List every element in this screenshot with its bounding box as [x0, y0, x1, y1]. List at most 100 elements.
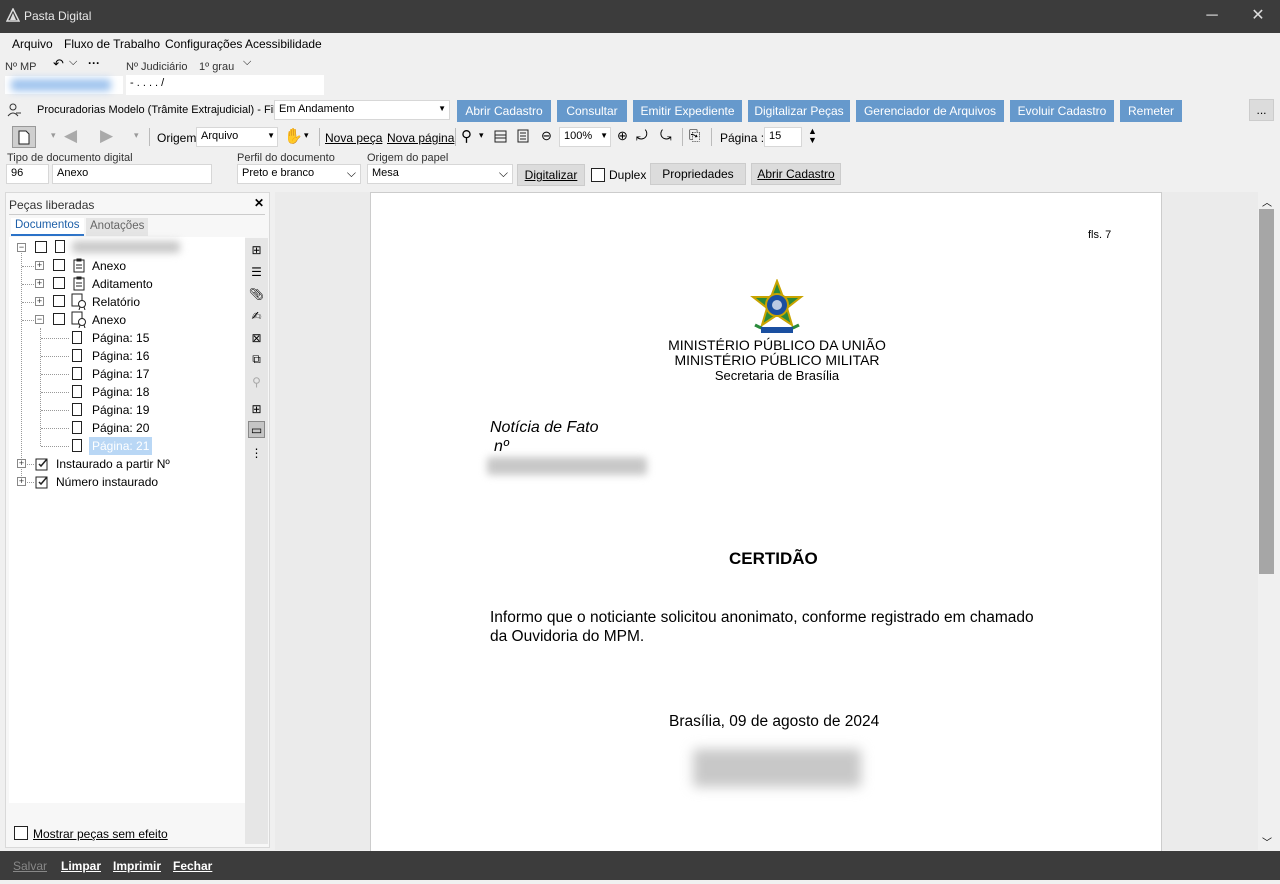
- annotation-icon[interactable]: ▭: [248, 421, 265, 438]
- page-mode-button[interactable]: [12, 126, 36, 148]
- item-checkbox[interactable]: [53, 259, 65, 271]
- judicial-number-field[interactable]: - . . . . /: [126, 75, 324, 95]
- zoom-out-icon[interactable]: ⊖: [541, 128, 552, 144]
- list-view-icon[interactable]: ☰: [248, 263, 265, 280]
- salvar-button[interactable]: Salvar: [13, 859, 47, 873]
- abrir-cadastro-doc-button[interactable]: Abrir Cadastro: [751, 163, 841, 185]
- minimize-button[interactable]: ─: [1197, 6, 1227, 26]
- tree-page-20[interactable]: Página: 20: [92, 419, 149, 437]
- evoluir-cadastro-button[interactable]: Evoluir Cadastro: [1010, 100, 1114, 122]
- propriedades-button[interactable]: Propriedades: [650, 163, 746, 185]
- page-spinner-icon[interactable]: ▲ ▼: [808, 127, 817, 145]
- remeter-button[interactable]: Remeter: [1120, 100, 1182, 122]
- side-toolbar: ⊞ ☰ 📎︎ ✍︎ ⊠ ⧉ ⚲ ⊞ ▭ ⋮: [245, 238, 268, 844]
- collapse-icon[interactable]: −: [17, 243, 26, 252]
- pagina-input[interactable]: 15: [764, 127, 802, 147]
- scroll-up-icon[interactable]: ︿: [1262, 194, 1272, 209]
- add-page-icon[interactable]: ⊞: [248, 400, 265, 417]
- expand-icon[interactable]: +: [35, 279, 44, 288]
- hand-dropdown-icon[interactable]: ▾: [304, 130, 309, 141]
- tab-documentos[interactable]: Documentos: [11, 218, 84, 236]
- origem-select[interactable]: Arquivo ▼: [196, 127, 278, 147]
- origem-papel-select[interactable]: Mesa ⌵: [367, 164, 513, 184]
- fechar-button[interactable]: Fechar: [173, 859, 212, 873]
- menu-arquivo[interactable]: Arquivo: [12, 37, 53, 51]
- nmp-field[interactable]: [5, 76, 123, 94]
- tree-page-18[interactable]: Página: 18: [92, 383, 149, 401]
- tree-item-instaurado[interactable]: Instaurado a partir Nº: [56, 455, 170, 473]
- close-panel-icon[interactable]: ✕: [254, 196, 264, 210]
- tree-structure-icon[interactable]: ⊞: [248, 241, 265, 258]
- paperclip-icon[interactable]: 📎︎: [248, 285, 265, 302]
- tree-page-17[interactable]: Página: 17: [92, 365, 149, 383]
- digitalizar-pecas-button[interactable]: Digitalizar Peças: [748, 100, 850, 122]
- item-checkbox[interactable]: [53, 295, 65, 307]
- remove-document-icon[interactable]: ⊠: [248, 329, 265, 346]
- emitir-expediente-button[interactable]: Emitir Expediente: [633, 100, 742, 122]
- tree-item-anexo-expanded[interactable]: Anexo: [92, 311, 126, 329]
- perfil-select[interactable]: Preto e branco ⌵: [237, 164, 361, 184]
- tree-item-aditamento[interactable]: Aditamento: [92, 275, 153, 293]
- more-icon[interactable]: ···: [88, 56, 100, 70]
- item-checkbox[interactable]: [53, 313, 65, 325]
- item-checkbox[interactable]: [53, 277, 65, 289]
- prev-icon[interactable]: ◀: [64, 126, 77, 146]
- tree-item-numero-instaurado[interactable]: Número instaurado: [56, 473, 158, 491]
- tab-anotacoes[interactable]: Anotações: [86, 218, 148, 236]
- expand-icon[interactable]: +: [35, 261, 44, 270]
- menu-configuracoes[interactable]: Configurações: [165, 37, 242, 51]
- scroll-thumb[interactable]: [1259, 209, 1274, 574]
- tree-page-19[interactable]: Página: 19: [92, 401, 149, 419]
- tree-page-21-selected[interactable]: Página: 21: [89, 437, 153, 455]
- grau-chevron-icon[interactable]: ⌵: [243, 56, 251, 69]
- digitalizar-button[interactable]: Digitalizar: [517, 164, 585, 186]
- zoom-in-icon[interactable]: ⊕: [617, 128, 628, 144]
- consultar-button[interactable]: Consultar: [557, 100, 627, 122]
- tree-page-15[interactable]: Página: 15: [92, 329, 149, 347]
- tipo-code-field[interactable]: 96: [6, 164, 49, 184]
- nova-peca-button[interactable]: Nova peça: [325, 131, 382, 145]
- more-options-button[interactable]: ...: [1249, 99, 1274, 121]
- sign-document-icon[interactable]: ✍︎: [248, 307, 265, 324]
- undo-icon[interactable]: ↶: [53, 56, 64, 72]
- tree-page-16[interactable]: Página: 16: [92, 347, 149, 365]
- duplex-checkbox[interactable]: [591, 168, 605, 182]
- expand-icon[interactable]: +: [17, 459, 26, 468]
- gerenciador-arquivos-button[interactable]: Gerenciador de Arquivos: [856, 100, 1004, 122]
- root-checkbox[interactable]: [35, 241, 47, 253]
- hand-tool-icon[interactable]: ✋: [284, 127, 303, 145]
- imprimir-button[interactable]: Imprimir: [113, 859, 161, 873]
- back-dropdown-icon[interactable]: ▾: [51, 130, 56, 141]
- tree-line: [41, 446, 69, 447]
- collapse-icon[interactable]: −: [35, 315, 44, 324]
- fit-width-icon[interactable]: [494, 130, 507, 143]
- search-document-icon[interactable]: ⚲: [248, 373, 265, 390]
- scroll-down-icon[interactable]: ﹀: [1262, 834, 1272, 849]
- expand-icon[interactable]: +: [35, 297, 44, 306]
- queue-select[interactable]: Em Andamento ▼: [274, 100, 450, 120]
- chevron-down-icon[interactable]: ⌵: [69, 56, 77, 69]
- rotate-left-icon[interactable]: ⤾: [636, 127, 648, 144]
- close-window-button[interactable]: ✕: [1243, 6, 1273, 26]
- menu-fluxo-de-trabalho[interactable]: Fluxo de Trabalho: [64, 37, 160, 51]
- search-dropdown-icon[interactable]: ▾: [479, 130, 484, 141]
- tree-item-anexo[interactable]: Anexo: [92, 257, 126, 275]
- rotate-right-icon[interactable]: ⤿: [660, 127, 672, 144]
- tipo-value-field[interactable]: Anexo: [52, 164, 212, 184]
- next-icon[interactable]: ▶: [100, 126, 113, 146]
- search-icon[interactable]: ⚲: [461, 127, 472, 145]
- forward-dropdown-icon[interactable]: ▾: [134, 130, 139, 141]
- nova-pagina-button[interactable]: Nova página: [387, 131, 454, 145]
- mostrar-pecas-checkbox[interactable]: [14, 826, 28, 840]
- fit-page-icon[interactable]: [517, 129, 529, 143]
- expand-icon[interactable]: +: [17, 477, 26, 486]
- page-select-icon[interactable]: ⎘: [689, 127, 700, 144]
- tree-item-relatorio[interactable]: Relatório: [92, 293, 140, 311]
- menu-acessibilidade[interactable]: Acessibilidade: [245, 37, 322, 51]
- copy-document-icon[interactable]: ⧉: [248, 351, 265, 368]
- zoom-select[interactable]: 100% ▼: [559, 127, 611, 147]
- abrir-cadastro-button[interactable]: Abrir Cadastro: [457, 100, 551, 122]
- page-list-icon[interactable]: ⋮: [248, 444, 265, 461]
- vertical-scrollbar[interactable]: ︿ ﹀: [1258, 192, 1275, 850]
- limpar-button[interactable]: Limpar: [61, 859, 101, 873]
